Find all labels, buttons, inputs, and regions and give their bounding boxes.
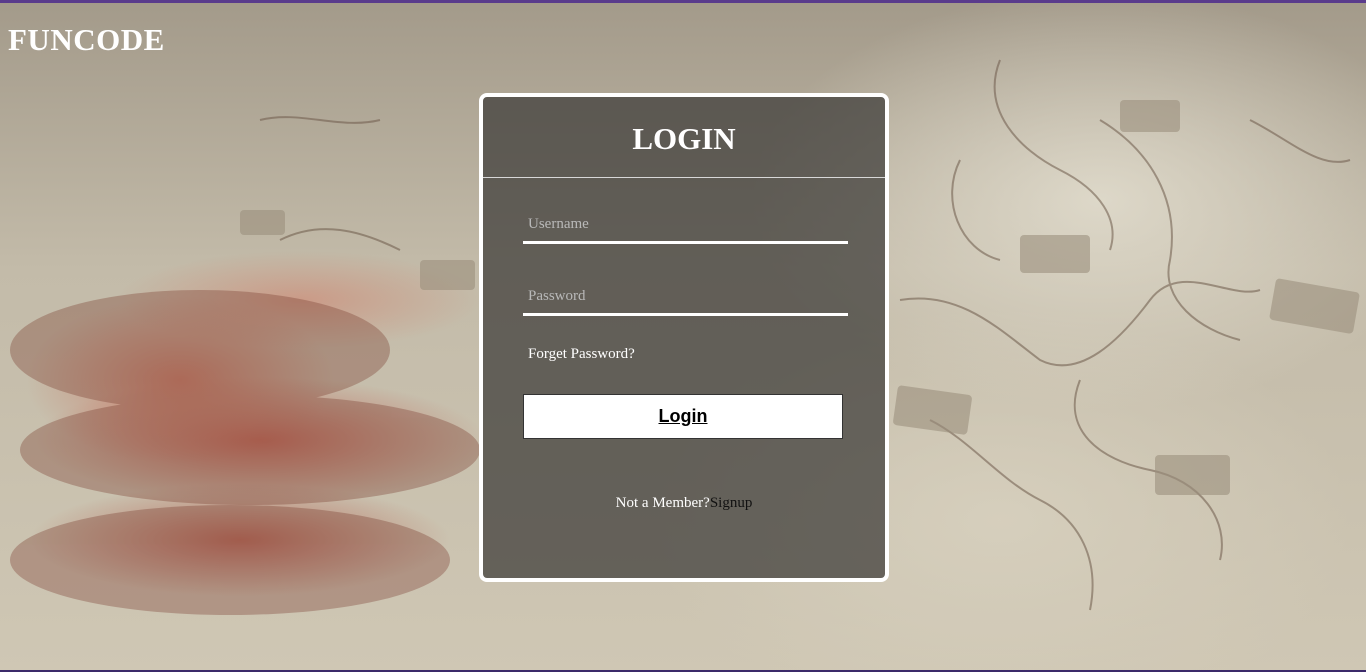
- brand-logo[interactable]: FUNCODE: [8, 22, 165, 58]
- login-card-header: LOGIN: [483, 97, 885, 178]
- login-card: LOGIN Forget Password? Login Not a Membe…: [479, 93, 889, 582]
- signup-prompt: Not a Member?Signup: [483, 495, 885, 512]
- password-field: [523, 282, 848, 316]
- login-button[interactable]: Login: [523, 394, 843, 439]
- not-member-text: Not a Member?: [615, 495, 710, 511]
- username-field: [523, 210, 848, 244]
- password-input[interactable]: [523, 282, 848, 313]
- username-input[interactable]: [523, 210, 848, 241]
- signup-link[interactable]: Signup: [710, 495, 753, 511]
- forgot-password-link[interactable]: Forget Password?: [528, 346, 635, 363]
- top-accent-bar: [0, 0, 1366, 3]
- login-title: LOGIN: [632, 121, 736, 156]
